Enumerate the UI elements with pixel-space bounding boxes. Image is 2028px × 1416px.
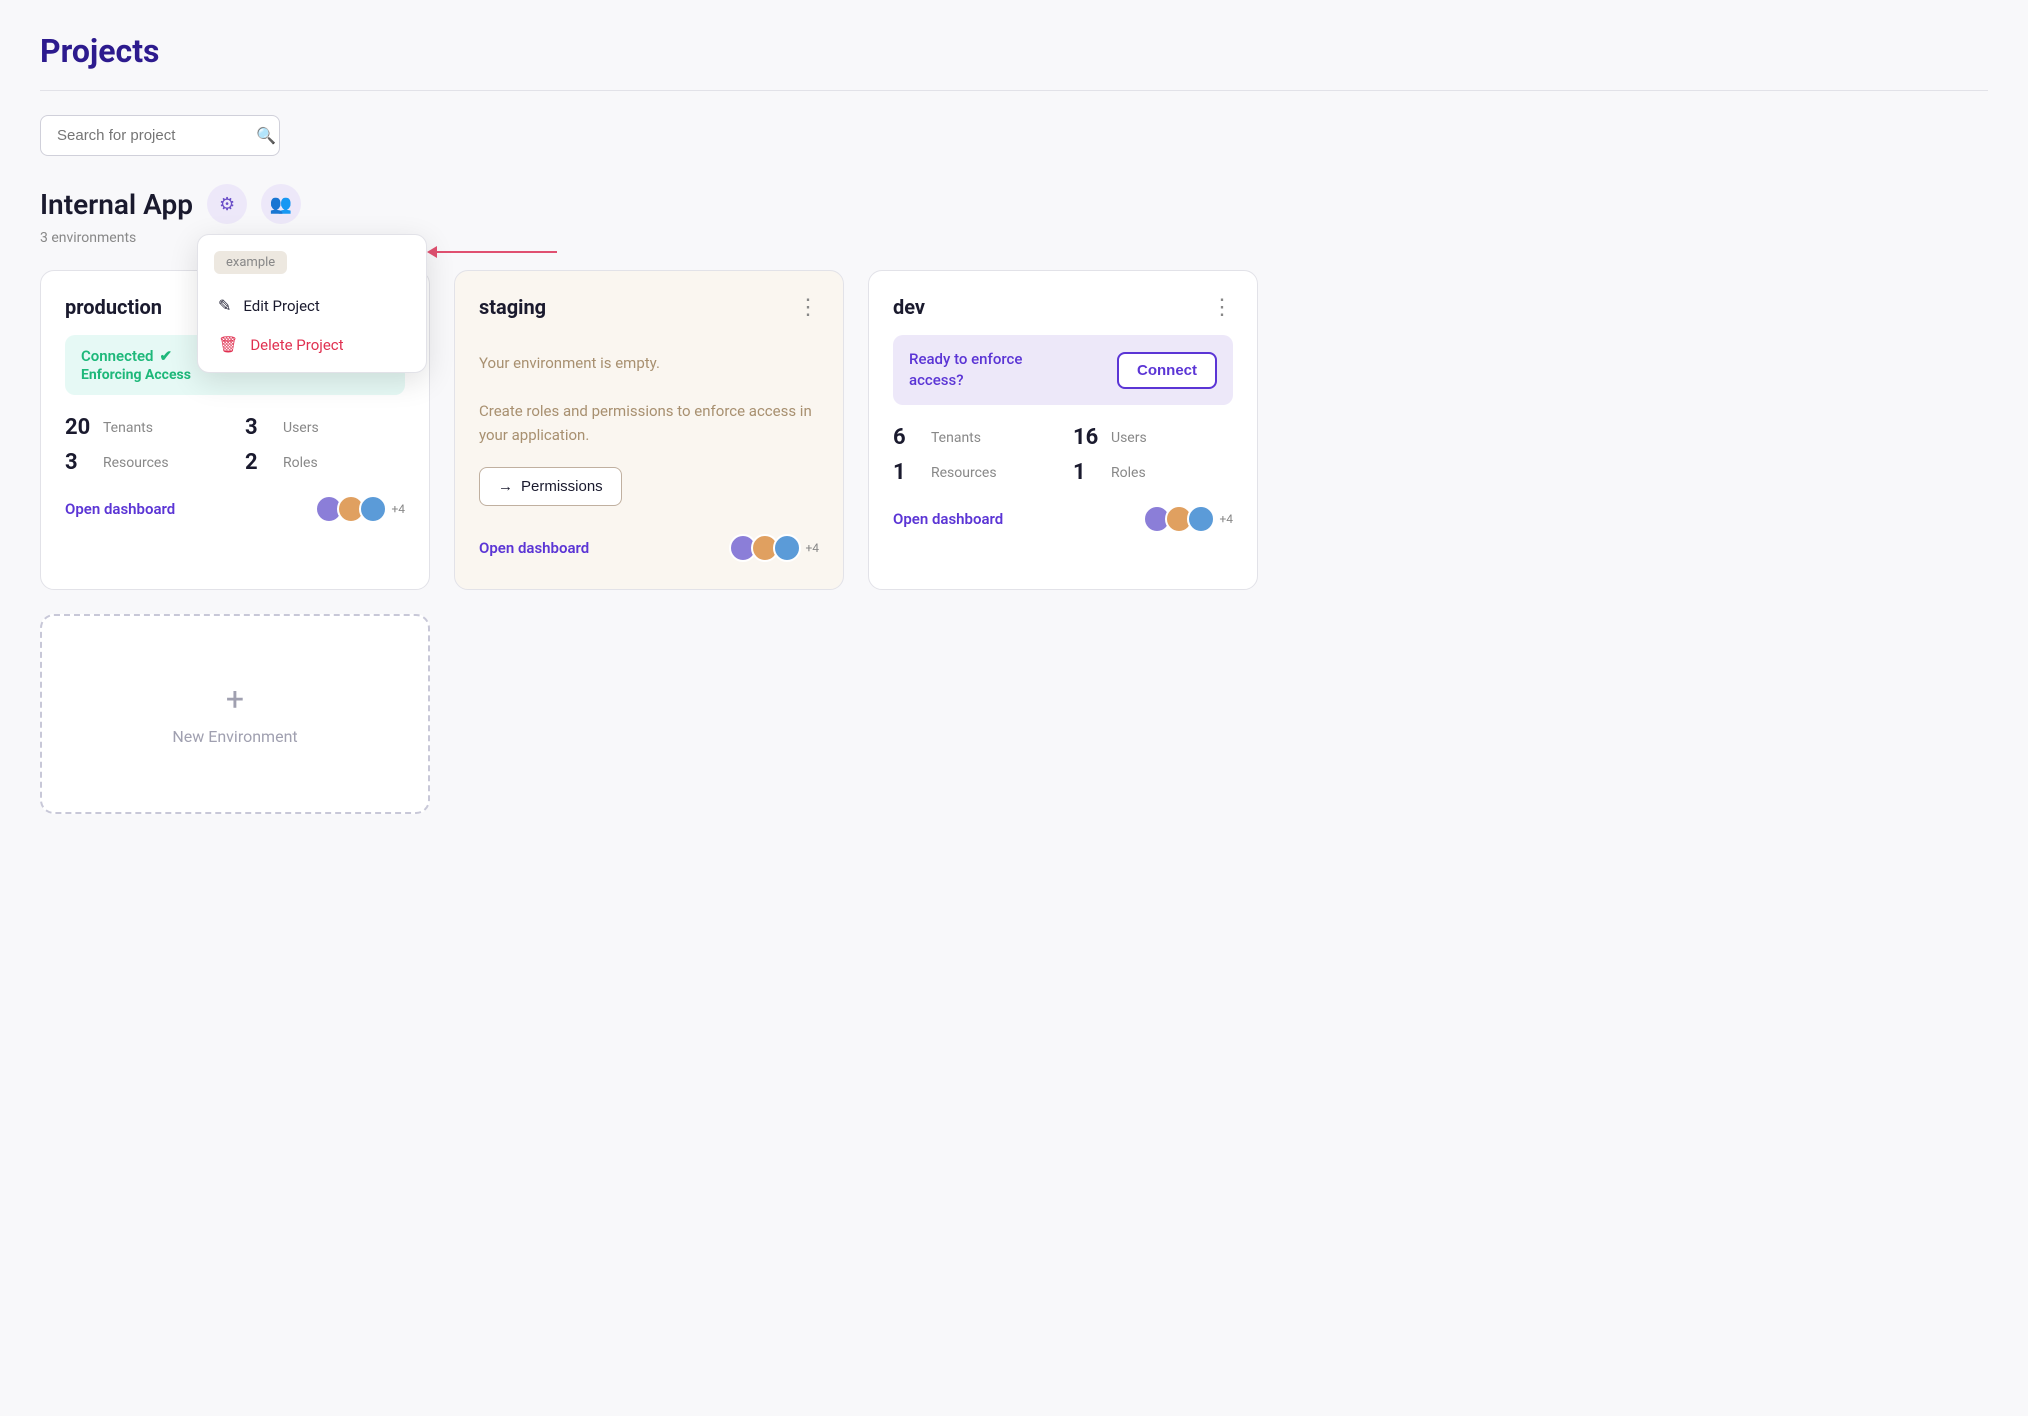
search-bar: 🔍 [40, 115, 280, 156]
avatar [1187, 505, 1215, 533]
edit-icon: ✎ [218, 296, 231, 315]
env-card-staging: staging ⋮ Your environment is empty. Cre… [454, 270, 844, 590]
stat-tenants: 20 Tenants [65, 415, 225, 440]
project-header: Internal App ⚙ example ✎ Edit Project 🗑 … [40, 184, 1988, 224]
production-stats: 20 Tenants 3 Users 3 Resources 2 Roles [65, 415, 405, 475]
roles-label: Roles [283, 455, 318, 471]
arrow-line [437, 251, 557, 253]
project-name: Internal App [40, 188, 193, 221]
search-input[interactable] [57, 127, 256, 144]
new-environment-label: New Environment [172, 727, 297, 746]
users-num-dev: 16 [1073, 425, 1101, 450]
more-button-staging[interactable]: ⋮ [797, 296, 819, 318]
resources-num: 3 [65, 450, 93, 475]
connect-button[interactable]: Connect [1117, 352, 1217, 389]
stat-users-dev: 16 Users [1073, 425, 1233, 450]
more-button-dev[interactable]: ⋮ [1211, 296, 1233, 318]
roles-num-dev: 1 [1073, 460, 1101, 485]
stat-users: 3 Users [245, 415, 405, 440]
avatar [359, 495, 387, 523]
empty-title: Your environment is empty. [479, 351, 819, 375]
env-name-staging: staging [479, 295, 546, 319]
open-dashboard-production[interactable]: Open dashboard [65, 500, 175, 518]
env-card-header-staging: staging ⋮ [479, 295, 819, 319]
roles-label-dev: Roles [1111, 465, 1146, 481]
stat-roles: 2 Roles [245, 450, 405, 475]
dev-footer: Open dashboard +4 [893, 505, 1233, 533]
avatar-count: +4 [805, 541, 819, 555]
title-divider [40, 90, 1988, 91]
empty-state-text: Your environment is empty. Create roles … [479, 335, 819, 447]
users-num: 3 [245, 415, 273, 440]
search-icon: 🔍 [256, 126, 276, 145]
open-dashboard-dev[interactable]: Open dashboard [893, 510, 1003, 528]
permissions-label: Permissions [521, 478, 603, 495]
avatar [773, 534, 801, 562]
avatars-production: +4 [315, 495, 405, 523]
tenants-label: Tenants [103, 420, 153, 436]
avatar-count: +4 [391, 502, 405, 516]
delete-project-label: Delete Project [250, 336, 343, 354]
env-card-dev: dev ⋮ Ready to enforceaccess? Connect 6 … [868, 270, 1258, 590]
production-footer: Open dashboard +4 [65, 495, 405, 523]
edit-project-label: Edit Project [243, 297, 319, 315]
project-dropdown-menu: example ✎ Edit Project 🗑 Delete Project [197, 234, 427, 373]
stat-roles-dev: 1 Roles [1073, 460, 1233, 485]
env-name-production: production [65, 295, 162, 319]
dropdown-tag: example [214, 251, 287, 274]
empty-desc: Create roles and permissions to enforce … [479, 399, 819, 447]
env-card-header-dev: dev ⋮ [893, 295, 1233, 319]
stat-tenants-dev: 6 Tenants [893, 425, 1053, 450]
arrow-head [427, 246, 437, 258]
edit-project-item[interactable]: ✎ Edit Project [198, 286, 426, 325]
new-environment-card[interactable]: + New Environment [40, 614, 430, 814]
members-button[interactable]: 👥 [261, 184, 301, 224]
resources-label-dev: Resources [931, 465, 997, 481]
stat-resources: 3 Resources [65, 450, 225, 475]
tenants-label-dev: Tenants [931, 430, 981, 446]
arrow-right-icon: → [498, 478, 513, 495]
dev-stats: 6 Tenants 16 Users 1 Resources 1 Roles [893, 425, 1233, 485]
permissions-button[interactable]: → Permissions [479, 467, 622, 506]
page-title: Projects [40, 32, 1988, 70]
staging-footer: Open dashboard +4 [479, 534, 819, 562]
arrow-indicator [427, 246, 557, 258]
resources-label: Resources [103, 455, 169, 471]
stat-resources-dev: 1 Resources [893, 460, 1053, 485]
gear-button[interactable]: ⚙ [207, 184, 247, 224]
avatar-count: +4 [1219, 512, 1233, 526]
avatars-staging: +4 [729, 534, 819, 562]
connect-banner: Ready to enforceaccess? Connect [893, 335, 1233, 405]
check-icon: ✔ [160, 347, 173, 365]
gear-dropdown-wrapper: ⚙ example ✎ Edit Project 🗑 Delete Projec… [207, 184, 247, 224]
delete-project-item[interactable]: 🗑 Delete Project [198, 325, 426, 364]
roles-num: 2 [245, 450, 273, 475]
open-dashboard-staging[interactable]: Open dashboard [479, 539, 589, 557]
trash-icon: 🗑 [218, 335, 238, 354]
env-name-dev: dev [893, 295, 925, 319]
plus-icon: + [226, 683, 244, 715]
tenants-num: 20 [65, 415, 93, 440]
users-label-dev: Users [1111, 430, 1147, 446]
avatars-dev: +4 [1143, 505, 1233, 533]
connect-prompt: Ready to enforceaccess? [909, 349, 1022, 391]
users-label: Users [283, 420, 319, 436]
resources-num-dev: 1 [893, 460, 921, 485]
tenants-num-dev: 6 [893, 425, 921, 450]
